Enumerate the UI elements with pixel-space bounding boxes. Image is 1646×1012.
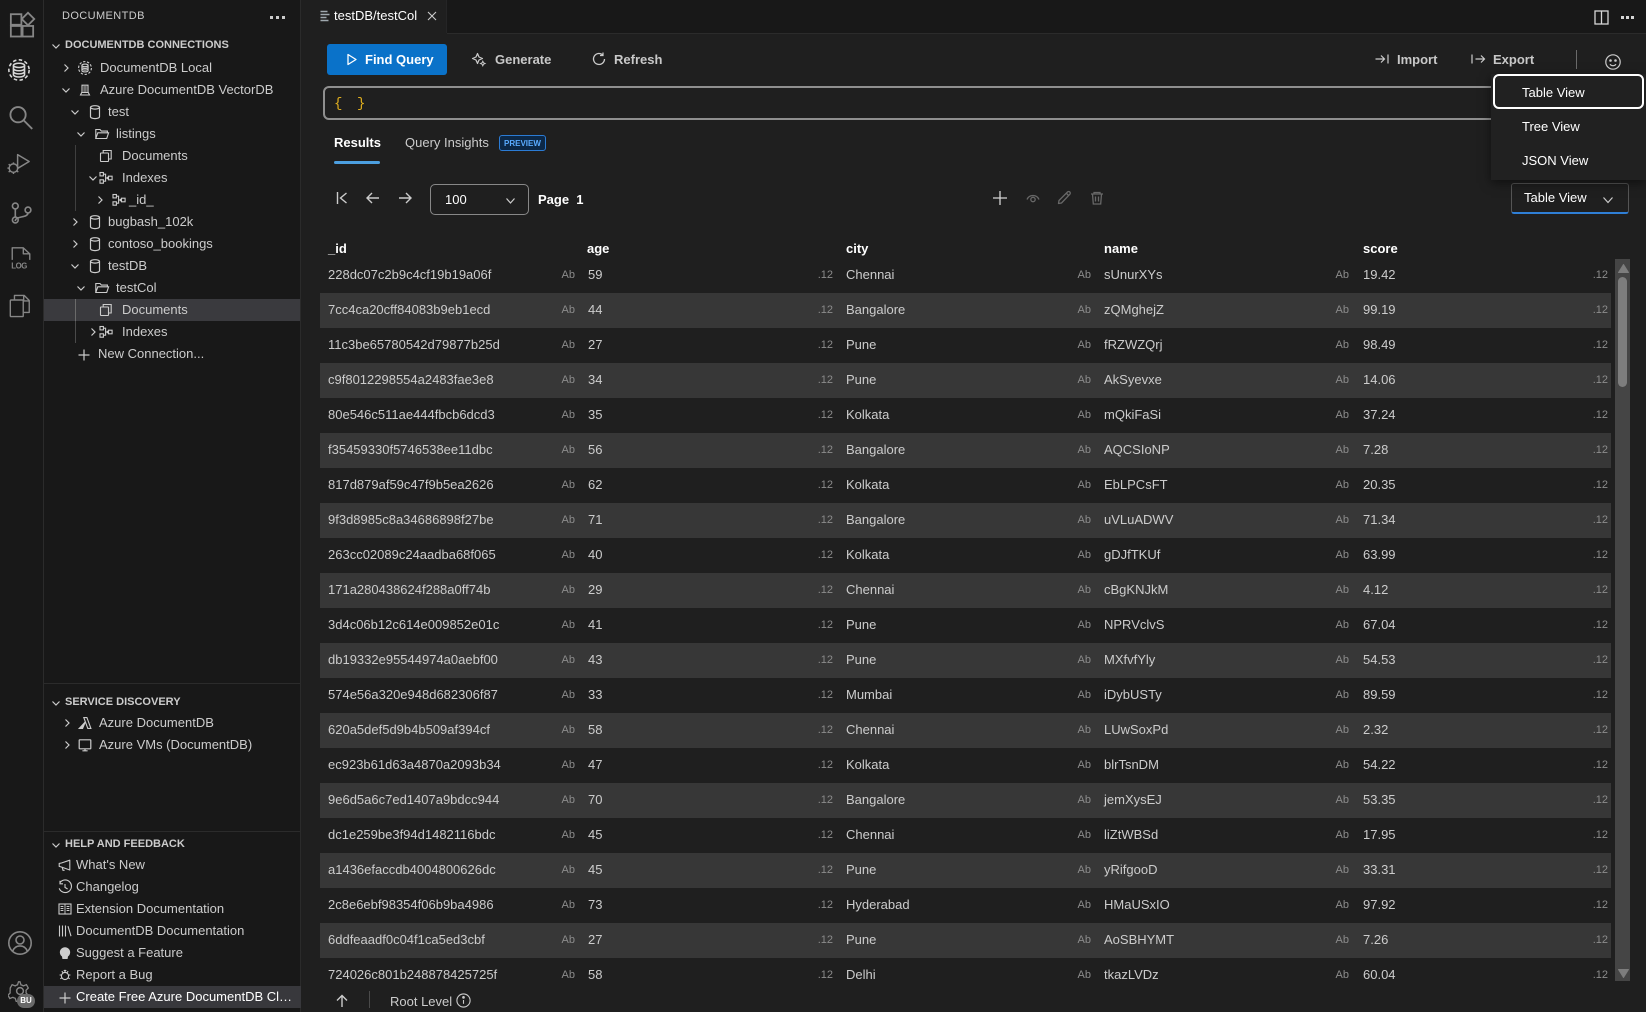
svg-text:LOG: LOG [11, 262, 27, 270]
